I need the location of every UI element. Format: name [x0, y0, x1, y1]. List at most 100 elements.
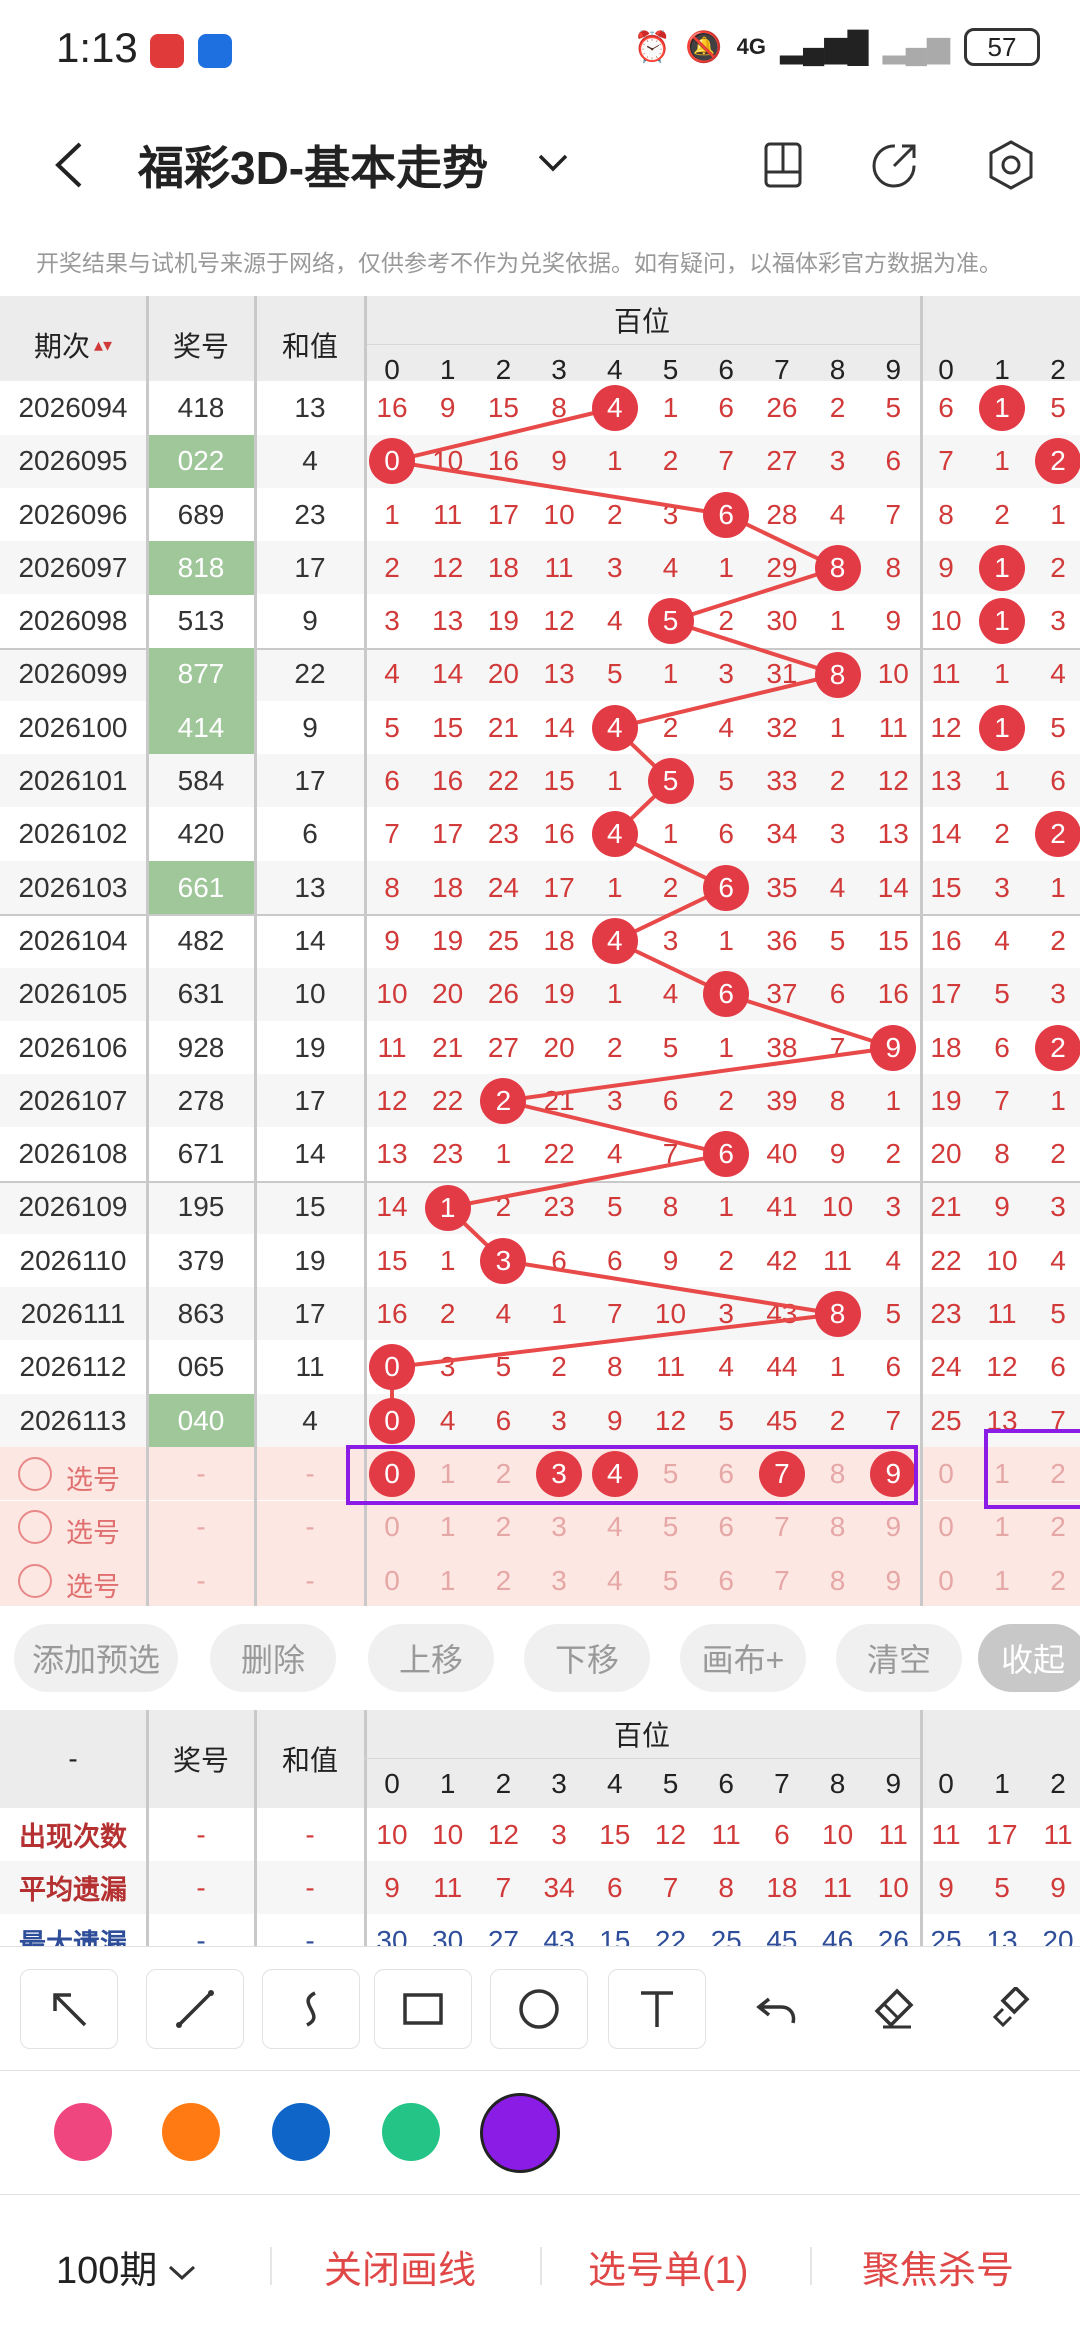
- pick-digit[interactable]: 0: [364, 1501, 420, 1554]
- miss-count: 45: [766, 1404, 798, 1436]
- canvas-plus-button[interactable]: 画布+: [680, 1624, 806, 1692]
- curve-tool[interactable]: [262, 1969, 360, 2049]
- select-label[interactable]: 选号: [66, 1511, 120, 1550]
- phone-layout-icon[interactable]: [756, 138, 810, 192]
- circle-icon: [519, 1989, 559, 2029]
- pick-list-button[interactable]: 选号单(1): [588, 2239, 748, 2294]
- pick-digit-tens[interactable]: 2: [1030, 1554, 1080, 1607]
- pick-digit[interactable]: 8: [810, 1501, 866, 1554]
- pick-digit-tens[interactable]: 0: [918, 1501, 974, 1554]
- circle-tool[interactable]: [490, 1969, 588, 2049]
- move-up-button[interactable]: 上移: [368, 1624, 494, 1692]
- stats-prize-dash: -: [196, 1925, 206, 1946]
- stats-sum-header: 和值: [281, 1745, 338, 1776]
- pick-digit[interactable]: 7: [754, 1554, 810, 1607]
- pick-digit[interactable]: 2: [475, 1501, 531, 1554]
- color-picker: [0, 2070, 1080, 2194]
- share-icon[interactable]: [868, 138, 922, 192]
- miss-count-tens: 20: [930, 1138, 962, 1170]
- pick-digit[interactable]: 5: [643, 1501, 699, 1554]
- pick-digit-tens[interactable]: 1: [974, 1554, 1030, 1607]
- focus-kill-button[interactable]: 聚焦杀号: [862, 2239, 1014, 2294]
- back-icon[interactable]: [50, 140, 90, 190]
- pick-digit[interactable]: 4: [587, 1501, 643, 1554]
- stats-digit-header-next: 1: [994, 1768, 1010, 1799]
- select-label[interactable]: 选号: [66, 1458, 120, 1497]
- color-swatch-pink[interactable]: [54, 2103, 112, 2161]
- add-preselect-button[interactable]: 添加预选: [14, 1624, 178, 1692]
- sum-cell: 17: [294, 765, 326, 797]
- pick-digit-tens[interactable]: 0: [918, 1447, 974, 1500]
- close-lines-button[interactable]: 关闭画线: [324, 2239, 476, 2294]
- delete-button[interactable]: 删除: [210, 1624, 336, 1692]
- page-title[interactable]: 福彩3D-基本走势: [138, 132, 488, 198]
- miss-count-tens: 16: [930, 924, 962, 956]
- chevron-down-icon[interactable]: [536, 152, 570, 174]
- miss-count-tens: 14: [930, 818, 962, 850]
- rectangle-tool[interactable]: [374, 1969, 472, 2049]
- color-swatch-blue[interactable]: [272, 2103, 330, 2161]
- stats-digit-header: 2: [495, 1768, 512, 1799]
- color-swatch-orange[interactable]: [162, 2103, 220, 2161]
- miss-count: 4: [662, 978, 679, 1010]
- miss-count: 5: [607, 1191, 623, 1223]
- issue-cell: 2026106: [18, 1031, 128, 1063]
- miss-count: 11: [823, 1244, 853, 1276]
- select-radio[interactable]: [18, 1457, 52, 1491]
- pick-digit[interactable]: 2: [475, 1554, 531, 1607]
- prize-cell: 818: [148, 541, 254, 595]
- color-swatch-purple-selected[interactable]: [480, 2093, 560, 2173]
- clear-button[interactable]: 清空: [836, 1624, 962, 1692]
- pick-digit[interactable]: 1: [420, 1501, 476, 1554]
- sum-cell: 22: [294, 658, 326, 690]
- clear-brush-tool[interactable]: [962, 1969, 1060, 2049]
- issue-header[interactable]: 期次 ▴▾: [0, 296, 146, 394]
- color-swatch-green[interactable]: [382, 2103, 440, 2161]
- pick-digit[interactable]: 3: [531, 1501, 587, 1554]
- stats-value: 26: [877, 1925, 909, 1946]
- pick-digit[interactable]: 6: [698, 1554, 754, 1607]
- select-label[interactable]: 选号: [66, 1565, 120, 1604]
- miss-count: 15: [877, 924, 909, 956]
- text-tool[interactable]: [608, 1969, 706, 2049]
- pick-digit[interactable]: 7: [754, 1501, 810, 1554]
- arrow-pointer-tool[interactable]: [20, 1969, 118, 2049]
- miss-count: 10: [877, 658, 909, 690]
- pick-digit[interactable]: 8: [810, 1554, 866, 1607]
- undo-tool[interactable]: [728, 1969, 826, 2049]
- stats-hundreds-header: 百位: [613, 1720, 670, 1751]
- pick-digit[interactable]: 3: [531, 1554, 587, 1607]
- move-down-button[interactable]: 下移: [524, 1624, 650, 1692]
- collapse-button[interactable]: 收起: [978, 1624, 1080, 1692]
- pick-digit[interactable]: 6: [698, 1501, 754, 1554]
- miss-count: 37: [766, 978, 798, 1010]
- pick-digit-tens[interactable]: 0: [918, 1554, 974, 1607]
- miss-count-tens: 6: [1050, 765, 1066, 797]
- miss-count: 21: [432, 1031, 464, 1063]
- line-tool[interactable]: [146, 1969, 244, 2049]
- miss-count: 20: [543, 1031, 575, 1063]
- stats-value-tens: 20: [1042, 1925, 1074, 1946]
- eraser-tool[interactable]: [844, 1969, 942, 2049]
- select-radio[interactable]: [18, 1563, 52, 1598]
- pick-digit[interactable]: 0: [364, 1554, 420, 1607]
- pick-digit[interactable]: 9: [865, 1554, 921, 1607]
- pick-digit[interactable]: 4: [587, 1554, 643, 1607]
- miss-count: 2: [607, 498, 623, 530]
- brush-clear-icon: [992, 1987, 1030, 2028]
- preselect-toolbar: 添加预选 删除 上移 下移 画布+ 清空 收起: [0, 1606, 1080, 1710]
- stats-value: 45: [766, 1925, 798, 1946]
- stats-digit-header: 6: [718, 1768, 734, 1799]
- miss-count-tens: 25: [930, 1404, 962, 1436]
- miss-count-tens: 15: [930, 871, 962, 903]
- prize-cell: 631: [177, 978, 225, 1010]
- stats-value-tens: 13: [986, 1925, 1018, 1946]
- pick-digit[interactable]: 9: [865, 1501, 921, 1554]
- pick-digit[interactable]: 5: [643, 1554, 699, 1607]
- pick-digit[interactable]: 1: [420, 1554, 476, 1607]
- period-selector[interactable]: 100期: [56, 2239, 197, 2294]
- miss-count-tens: 2: [994, 818, 1010, 850]
- settings-icon[interactable]: [984, 138, 1038, 192]
- stats-value: 11: [711, 1818, 741, 1850]
- issue-cell: 2026111: [20, 1298, 126, 1330]
